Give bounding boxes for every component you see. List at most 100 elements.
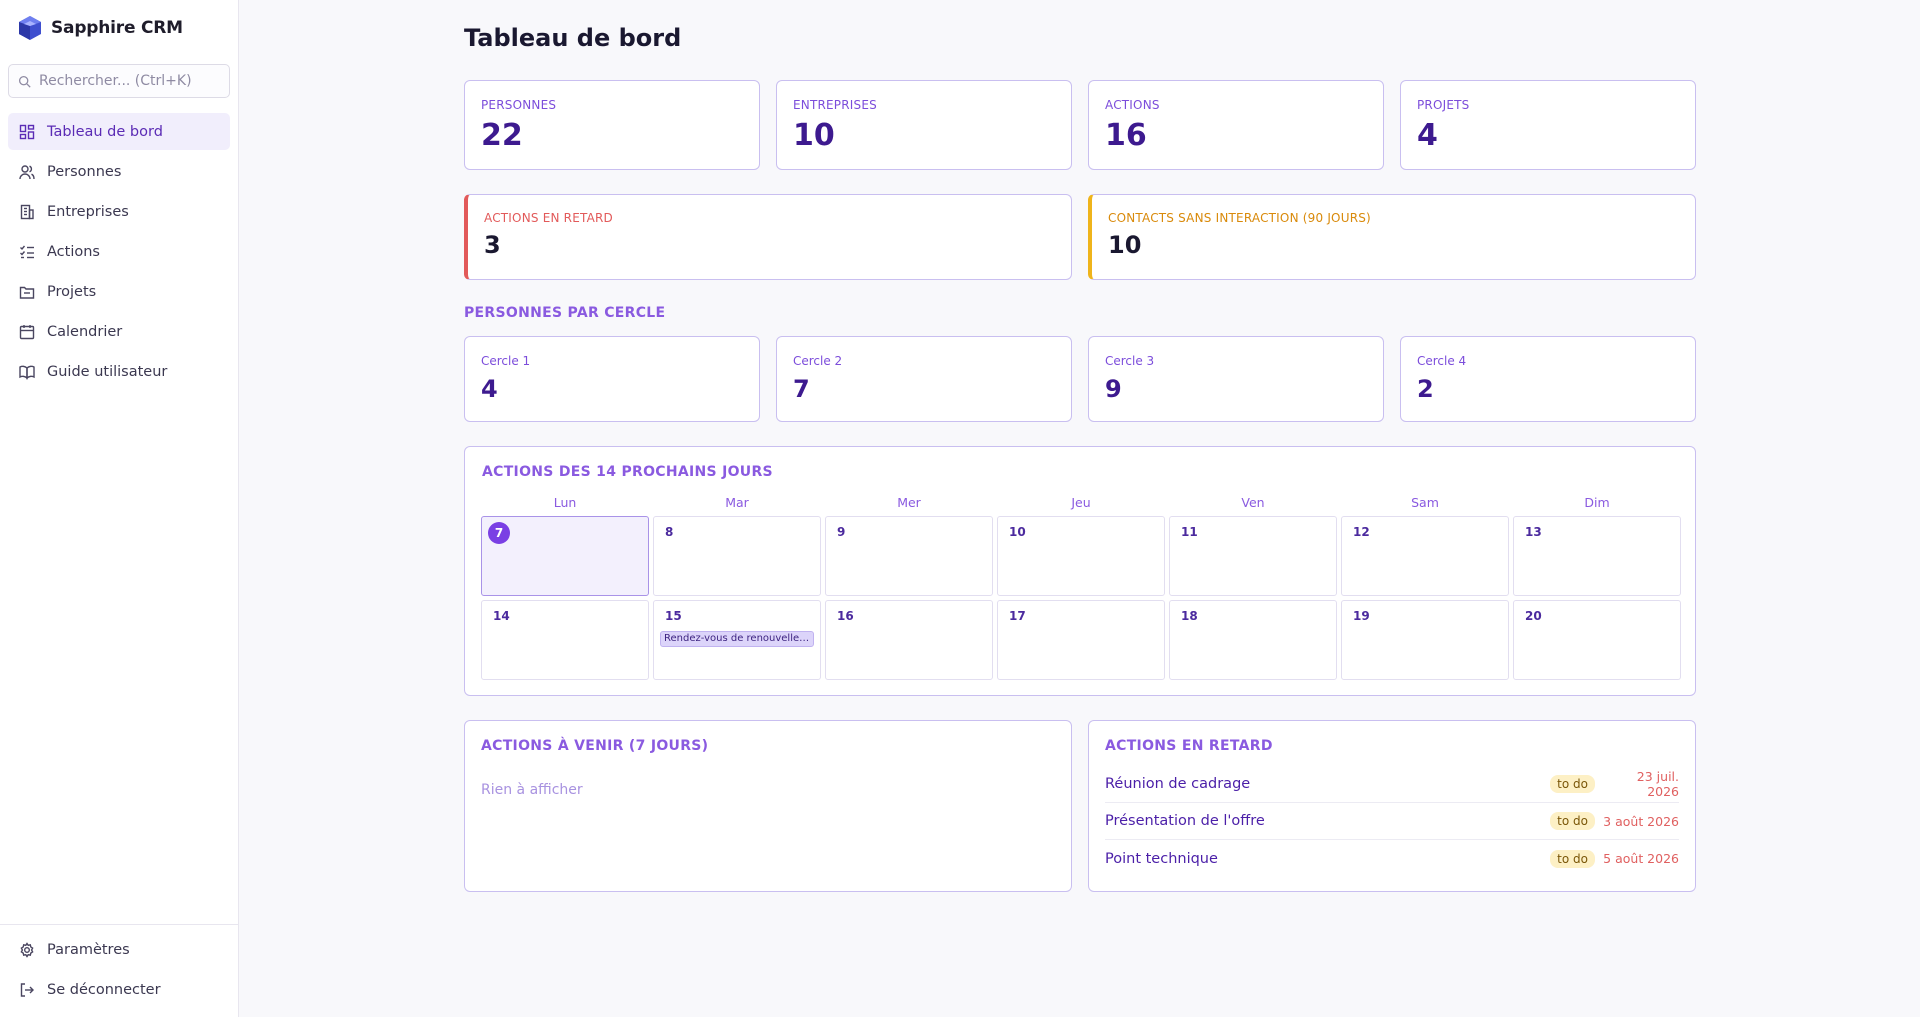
calendar-day-number: 16 bbox=[837, 609, 854, 623]
calendar-day-cell[interactable]: 13 bbox=[1513, 516, 1681, 596]
stat-card-projets[interactable]: PROJETS 4 bbox=[1400, 80, 1696, 170]
sidebar-item-label: Projets bbox=[47, 283, 97, 300]
sidebar-item-label: Paramètres bbox=[47, 941, 130, 958]
calendar-day-number: 11 bbox=[1181, 525, 1198, 539]
page-title: Tableau de bord bbox=[464, 24, 682, 52]
calendar-day-cell[interactable]: 14 bbox=[481, 600, 649, 680]
logout-icon bbox=[20, 982, 34, 997]
sidebar-item-calendrier[interactable]: Calendrier bbox=[8, 313, 230, 350]
calendar-day-number: 10 bbox=[1009, 525, 1026, 539]
action-link[interactable]: Point technique bbox=[1105, 851, 1550, 867]
weekday-label: Lun bbox=[553, 495, 577, 510]
calendar-event[interactable]: Rendez-vous de renouvellement bbox=[660, 631, 814, 647]
weekday-label: Ven bbox=[1241, 495, 1265, 510]
sidebar-item-label: Se déconnecter bbox=[47, 981, 161, 998]
circle-value: 7 bbox=[793, 375, 810, 403]
today-badge: 7 bbox=[488, 522, 510, 544]
alert-label: ACTIONS EN RETARD bbox=[484, 211, 613, 225]
due-date: 23 juil. 2026 bbox=[1636, 769, 1679, 799]
alert-card-late-actions[interactable]: ACTIONS EN RETARD 3 bbox=[464, 194, 1072, 280]
book-icon bbox=[19, 365, 35, 380]
circle-label: Cercle 2 bbox=[793, 354, 843, 368]
sidebar-footer: Paramètres Se déconnecter bbox=[0, 924, 239, 1011]
action-link[interactable]: Présentation de l'offre bbox=[1105, 813, 1550, 829]
sidebar: Sapphire CRM Tableau de bord Personnes bbox=[0, 0, 239, 1017]
sapphire-logo-icon bbox=[19, 16, 41, 40]
weekday-label: Dim bbox=[1584, 495, 1610, 510]
sidebar-item-dashboard[interactable]: Tableau de bord bbox=[8, 113, 230, 150]
sidebar-item-personnes[interactable]: Personnes bbox=[8, 153, 230, 190]
checklist-icon bbox=[20, 245, 34, 258]
calendar-day-number: 12 bbox=[1353, 525, 1370, 539]
status-badge: to do bbox=[1550, 849, 1595, 868]
alert-card-inactive-contacts[interactable]: CONTACTS SANS INTERACTION (90 JOURS) 10 bbox=[1088, 194, 1696, 280]
list-item[interactable]: Point technique to do 5 août 2026 bbox=[1105, 840, 1679, 877]
circle-card-3[interactable]: Cercle 3 9 bbox=[1088, 336, 1384, 422]
calendar-day-cell[interactable]: 10 bbox=[997, 516, 1165, 596]
circle-label: Cercle 3 bbox=[1105, 354, 1155, 368]
sidebar-item-guide[interactable]: Guide utilisateur bbox=[8, 353, 230, 390]
stat-label: ACTIONS bbox=[1105, 98, 1160, 112]
weekday-label: Sam bbox=[1411, 495, 1439, 510]
calendar-day-cell[interactable]: 17 bbox=[997, 600, 1165, 680]
stat-card-entreprises[interactable]: ENTREPRISES 10 bbox=[776, 80, 1072, 170]
circle-value: 9 bbox=[1105, 375, 1122, 403]
building-icon bbox=[20, 204, 34, 219]
calendar-day-cell[interactable]: 8 bbox=[653, 516, 821, 596]
action-link[interactable]: Réunion de cadrage bbox=[1105, 776, 1550, 792]
calendar-day-cell[interactable]: 11 bbox=[1169, 516, 1337, 596]
sidebar-item-label: Entreprises bbox=[47, 203, 129, 220]
circle-label: Cercle 4 bbox=[1417, 354, 1467, 368]
calendar-day-cell[interactable]: 20 bbox=[1513, 600, 1681, 680]
calendar-day-cell[interactable]: 16 bbox=[825, 600, 993, 680]
circle-label: Cercle 1 bbox=[481, 354, 531, 368]
dashboard-icon bbox=[19, 124, 35, 139]
calendar-day-number: 20 bbox=[1525, 609, 1542, 623]
calendar-day-number: 9 bbox=[837, 525, 846, 539]
calendar-day-cell[interactable]: 12 bbox=[1341, 516, 1509, 596]
sidebar-item-label: Tableau de bord bbox=[47, 123, 163, 140]
status-badge: to do bbox=[1550, 812, 1595, 830]
sidebar-nav: Tableau de bord Personnes Entreprises Ac… bbox=[8, 113, 230, 393]
search-box[interactable] bbox=[8, 64, 230, 98]
calendar-day-cell[interactable]: 18 bbox=[1169, 600, 1337, 680]
sidebar-item-label: Actions bbox=[47, 243, 100, 260]
sidebar-item-entreprises[interactable]: Entreprises bbox=[8, 193, 230, 230]
list-item[interactable]: Réunion de cadrage to do 23 juil. 2026 bbox=[1105, 766, 1679, 803]
calendar-day-number: 17 bbox=[1009, 609, 1026, 623]
search-input[interactable] bbox=[39, 73, 219, 89]
circle-value: 4 bbox=[481, 375, 498, 403]
list-item[interactable]: Présentation de l'offre to do 3 août 202… bbox=[1105, 803, 1679, 840]
stat-card-actions[interactable]: ACTIONS 16 bbox=[1088, 80, 1384, 170]
calendar-title: ACTIONS DES 14 PROCHAINS JOURS bbox=[482, 464, 773, 480]
stat-value: 10 bbox=[793, 118, 835, 153]
upcoming-actions-title: ACTIONS À VENIR (7 JOURS) bbox=[481, 738, 709, 754]
sidebar-item-parametres[interactable]: Paramètres bbox=[8, 931, 231, 968]
sidebar-item-logout[interactable]: Se déconnecter bbox=[8, 971, 231, 1008]
late-actions-card: ACTIONS EN RETARD Réunion de cadrage to … bbox=[1088, 720, 1696, 892]
circle-card-2[interactable]: Cercle 2 7 bbox=[776, 336, 1072, 422]
sidebar-item-projets[interactable]: Projets bbox=[8, 273, 230, 310]
brand[interactable]: Sapphire CRM bbox=[17, 14, 183, 42]
sidebar-item-actions[interactable]: Actions bbox=[8, 233, 230, 270]
stat-label: PROJETS bbox=[1417, 98, 1470, 112]
calendar-day-cell[interactable]: 7 bbox=[481, 516, 649, 596]
weekday-label: Jeu bbox=[1071, 495, 1091, 510]
upcoming-actions-card: ACTIONS À VENIR (7 JOURS) Rien à affiche… bbox=[464, 720, 1072, 892]
weekday-label: Mer bbox=[897, 495, 921, 510]
calendar-day-cell[interactable]: 9 bbox=[825, 516, 993, 596]
calendar-day-cell[interactable]: 15 Rendez-vous de renouvellement bbox=[653, 600, 821, 680]
empty-state-text: Rien à afficher bbox=[481, 782, 583, 798]
calendar-day-cell[interactable]: 19 bbox=[1341, 600, 1509, 680]
circles-section-title: PERSONNES PAR CERCLE bbox=[464, 305, 666, 321]
circle-card-1[interactable]: Cercle 1 4 bbox=[464, 336, 760, 422]
status-badge: to do bbox=[1550, 775, 1595, 793]
circle-card-4[interactable]: Cercle 4 2 bbox=[1400, 336, 1696, 422]
stat-card-personnes[interactable]: PERSONNES 22 bbox=[464, 80, 760, 170]
calendar-day-number: 14 bbox=[493, 609, 510, 623]
calendar-day-number: 19 bbox=[1353, 609, 1370, 623]
stat-value: 4 bbox=[1417, 118, 1438, 153]
gear-icon bbox=[20, 941, 34, 958]
calendar-day-number: 13 bbox=[1525, 525, 1542, 539]
due-date: 5 août 2026 bbox=[1603, 851, 1679, 866]
